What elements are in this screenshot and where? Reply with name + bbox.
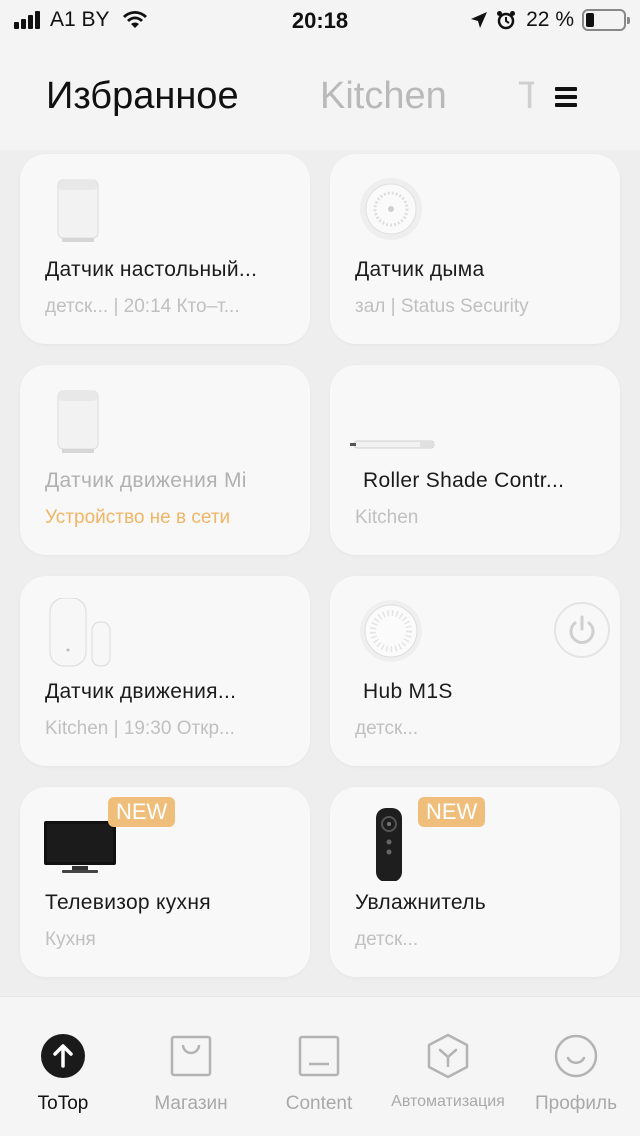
smoke-detector-icon: [360, 178, 422, 240]
power-icon: [569, 615, 595, 644]
device-status: детск...: [355, 929, 419, 950]
nav-label: Профиль: [534, 1093, 618, 1114]
device-name: Hub M1S: [363, 680, 453, 703]
device-status: детск...: [355, 718, 419, 739]
device-status: Kitchen | 19:30 Откр...: [45, 718, 235, 739]
nav-content[interactable]: Content: [255, 1033, 383, 1115]
hub-icon: [360, 600, 422, 662]
nav-label: Магазин: [154, 1093, 228, 1114]
tab-favorites[interactable]: Избранное: [46, 75, 239, 118]
device-card[interactable]: Датчик движения Mi Устройство не в сети: [20, 365, 310, 555]
shopping-bag-icon: [170, 1035, 212, 1077]
device-card[interactable]: Roller Shade Contr... Kitchen: [330, 365, 620, 555]
nav-label: ToTop: [37, 1093, 89, 1114]
device-name: Телевизор кухня: [45, 891, 211, 914]
nav-automation[interactable]: Автоматизация: [384, 1033, 512, 1111]
device-name: Roller Shade Contr...: [363, 469, 565, 492]
hamburger-menu-icon[interactable]: [548, 82, 584, 112]
new-badge: NEW: [108, 797, 176, 827]
nav-label: Content: [285, 1093, 353, 1114]
alarm-clock-icon: [497, 11, 516, 30]
door-window-sensor-icon: [49, 598, 111, 667]
remote-control-icon: [376, 808, 402, 881]
device-card[interactable]: Датчик настольный... детск... | 20:14 Кт…: [20, 154, 310, 344]
device-name: Датчик движения Mi: [45, 469, 247, 492]
nav-shop[interactable]: Магазин: [127, 1033, 255, 1115]
device-card[interactable]: NEW Увлажнитель детск...: [330, 787, 620, 977]
tab-next[interactable]: Т: [518, 75, 534, 118]
status-right: 22 %: [462, 8, 630, 32]
tv-icon: [44, 821, 116, 873]
device-name: Датчик дыма: [355, 258, 485, 281]
nav-totop[interactable]: ToTop: [0, 1033, 127, 1115]
status-bar: A1 BY 20:18 22 %: [0, 0, 640, 42]
device-grid: Датчик настольный... детск... | 20:14 Кт…: [0, 150, 640, 996]
device-name: Увлажнитель: [355, 891, 487, 914]
location-arrow-icon: [471, 12, 488, 28]
device-card[interactable]: Hub M1S детск...: [330, 576, 620, 766]
motion-sensor-icon: [57, 390, 99, 453]
device-card[interactable]: Датчик движения... Kitchen | 19:30 Откр.…: [20, 576, 310, 766]
arrow-up-circle-icon: [41, 1034, 85, 1078]
tab-kitchen[interactable]: Kitchen: [320, 75, 447, 118]
battery-fill: [586, 13, 594, 27]
device-status: детск... | 20:14 Кто–т...: [45, 296, 240, 317]
automation-cube-icon: [427, 1033, 469, 1079]
device-name: Датчик движения...: [45, 680, 237, 703]
header: Избранное Kitchen Т: [0, 42, 640, 150]
nav-label: Автоматизация: [391, 1093, 505, 1110]
nav-profile[interactable]: Профиль: [512, 1033, 640, 1115]
bottom-nav: ToTop Магазин Content Автоматизация Проф…: [0, 996, 640, 1136]
battery-percent: 22 %: [526, 8, 574, 31]
device-name: Датчик настольный...: [45, 258, 258, 281]
profile-smile-icon: [554, 1034, 598, 1078]
motion-sensor-icon: [57, 179, 99, 242]
device-status: Кухня: [45, 929, 96, 950]
power-button[interactable]: [554, 602, 610, 658]
roller-shade-icon: [350, 440, 435, 449]
device-card[interactable]: NEW Телевизор кухня Кухня: [20, 787, 310, 977]
device-offline-status: Устройство не в сети: [45, 507, 231, 528]
content-square-icon: [298, 1035, 340, 1077]
battery-icon: [582, 9, 630, 31]
device-status: зал | Status Security: [355, 296, 529, 317]
device-status: Kitchen: [355, 507, 419, 528]
device-card[interactable]: Датчик дыма зал | Status Security: [330, 154, 620, 344]
new-badge: NEW: [418, 797, 486, 827]
